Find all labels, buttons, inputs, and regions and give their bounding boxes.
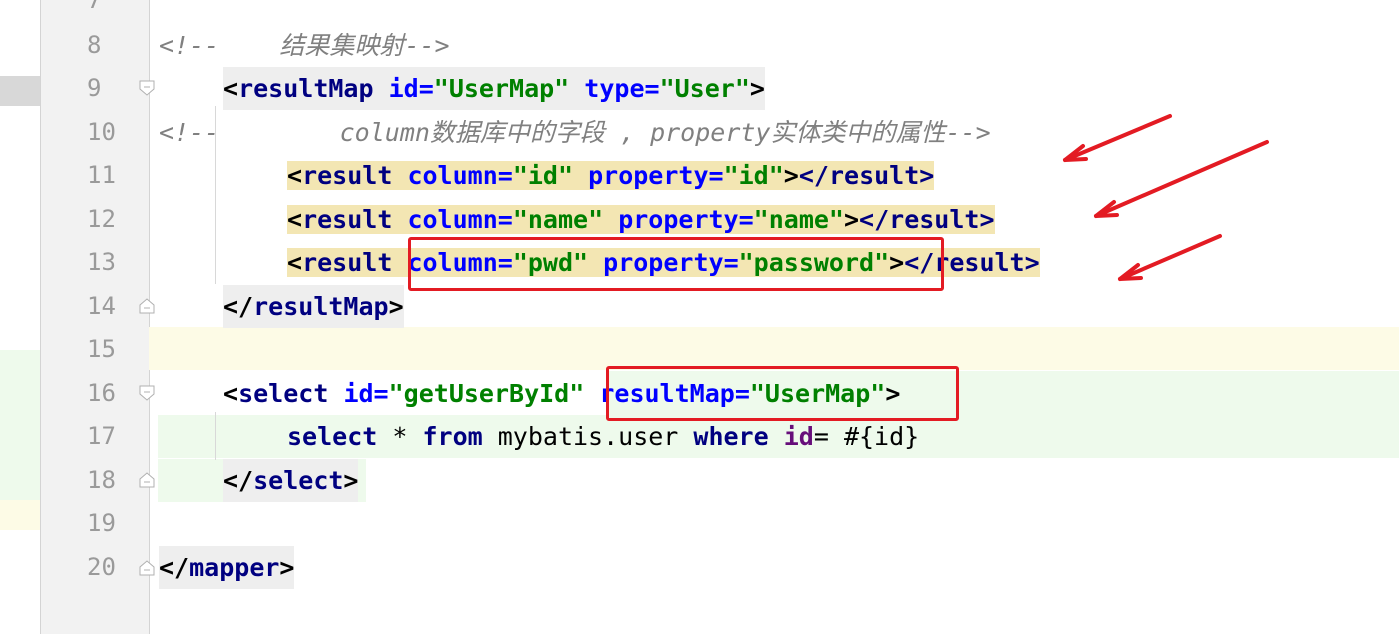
annotation-arrows <box>1063 114 1269 281</box>
arrow-icon <box>1063 114 1269 281</box>
